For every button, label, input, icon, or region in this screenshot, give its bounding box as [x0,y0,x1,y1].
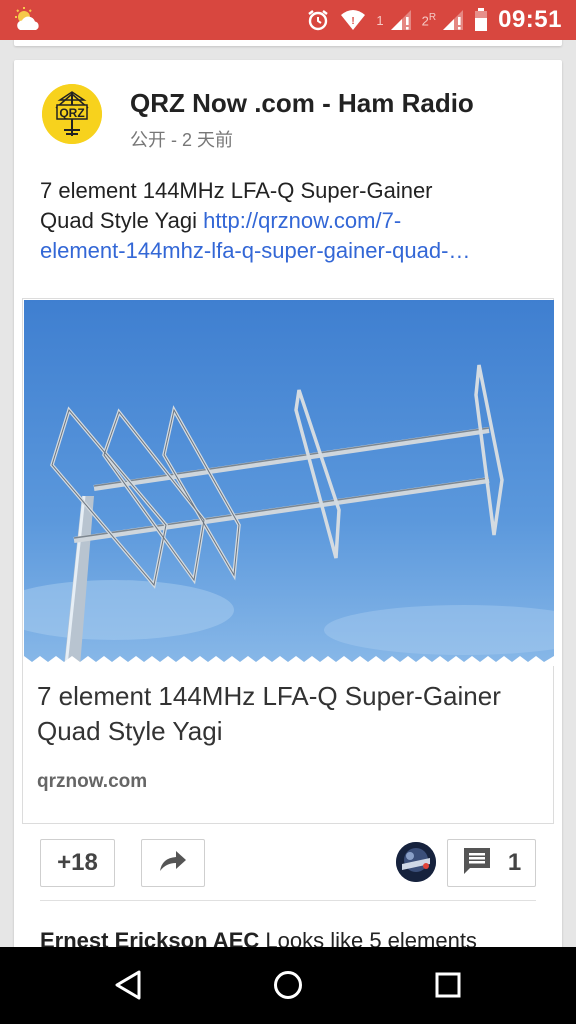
post-text-line: Quad Style Yagi http://qrznow.com/7- [40,208,402,233]
post-link[interactable]: http://qrznow.com/7- [203,208,401,233]
divider [40,900,536,901]
comment-author[interactable]: Ernest Erickson AEC [40,928,259,947]
home-icon[interactable] [268,967,308,1003]
sim1-label: 1 [376,12,384,28]
link-preview-image[interactable] [24,300,554,666]
svg-text:!: ! [352,16,355,27]
post-meta: 公开 - 2 天前 [130,130,234,150]
author-name[interactable]: QRZ Now .com - Ham Radio [130,88,474,119]
comment-icon [462,846,492,881]
sim2-label: 2R [421,11,437,29]
status-bar: ! 1 2R 09:51 [0,0,576,40]
comment-count: 1 [507,849,522,876]
post-link-continued[interactable]: element-144mhz-lfa-q-super-gainer-quad-… [40,238,470,263]
commenter-avatar[interactable] [396,842,436,882]
avatar-logo-text: QRZ [59,106,84,120]
navigation-bar [0,947,576,1024]
comment-button[interactable]: 1 [447,839,536,887]
recents-icon[interactable] [428,967,468,1003]
battery-icon [474,8,488,32]
share-button[interactable] [141,839,205,887]
back-icon[interactable] [108,967,148,1003]
alarm-icon [306,8,330,32]
comment-preview[interactable]: Ernest Erickson AEC Looks like 5 element… [40,928,550,947]
signal-icon [442,9,464,31]
wifi-icon: ! [340,9,366,31]
link-preview-domain: qrznow.com [37,771,148,792]
post-text: 7 element 144MHz LFA-Q Super-Gainer Quad… [40,176,540,266]
previous-card [14,40,562,46]
link-preview-card[interactable]: 7 element 144MHz LFA-Q Super-Gainer Quad… [22,298,554,824]
author-avatar[interactable]: QRZ [42,84,102,144]
post-card[interactable]: QRZ QRZ Now .com - Ham Radio 公开 - 2 天前 7… [14,60,562,947]
post-text-line: 7 element 144MHz LFA-Q Super-Gainer [40,178,433,203]
post-text-line: element-144mhz-lfa-q-super-gainer-quad-… [40,236,540,266]
link-preview-title[interactable]: 7 element 144MHz LFA-Q Super-Gainer Quad… [37,679,542,749]
feed[interactable]: QRZ QRZ Now .com - Ham Radio 公开 - 2 天前 7… [0,40,576,947]
comment-text: Looks like 5 elements [259,928,477,947]
plus-one-button[interactable]: +18 [40,839,115,887]
weather-partly-cloudy-icon [12,6,44,34]
share-icon [158,849,188,878]
status-clock: 09:51 [498,6,562,33]
signal-icon [390,9,412,31]
